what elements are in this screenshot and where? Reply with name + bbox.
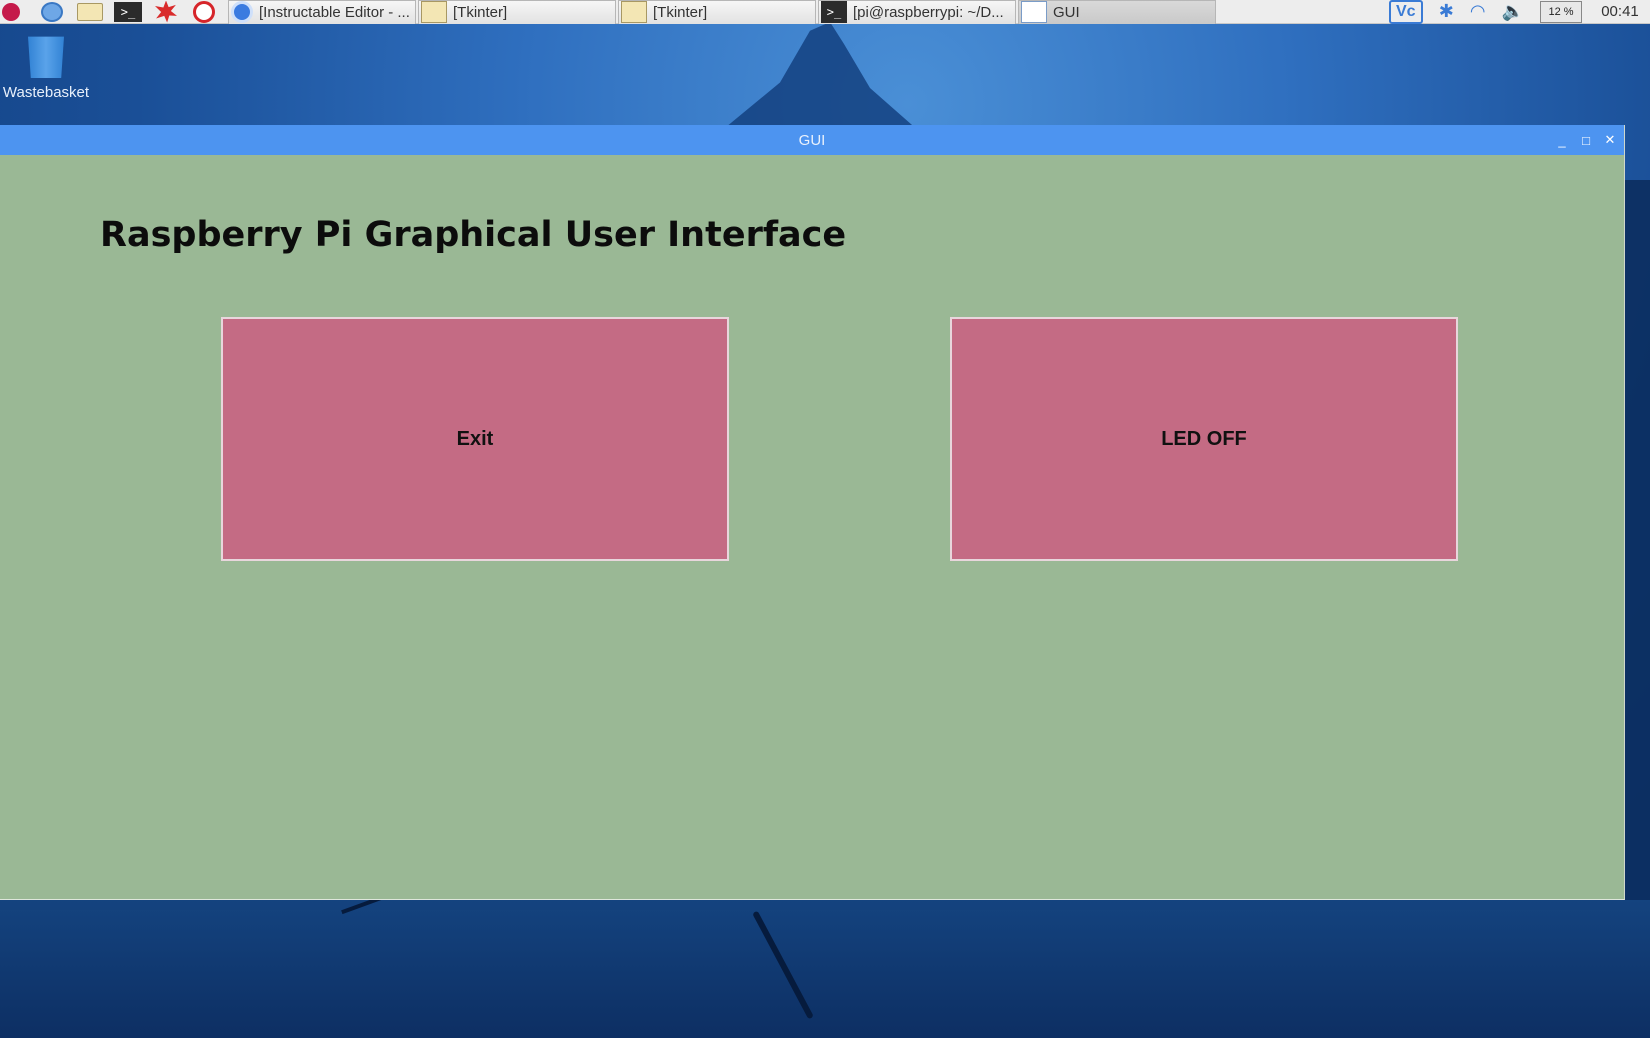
text-editor-icon xyxy=(621,1,647,23)
exit-button-label: Exit xyxy=(456,427,494,450)
window-icon xyxy=(1021,1,1047,23)
globe-browser-icon xyxy=(41,1,63,22)
page-title: Raspberry Pi Graphical User Interface xyxy=(100,215,847,255)
file-manager-launcher[interactable] xyxy=(76,0,104,24)
window-titlebar[interactable]: GUI _ □ ✕ xyxy=(0,125,1624,155)
cpu-usage-monitor[interactable]: 12 % xyxy=(1540,0,1582,23)
task-label: [Tkinter] xyxy=(653,3,708,21)
task-label: [Tkinter] xyxy=(453,3,508,21)
volume-icon[interactable]: 🔈 xyxy=(1502,0,1524,24)
clock[interactable]: 00:41 xyxy=(1598,0,1642,24)
task-label: [pi@raspberrypi: ~/D... xyxy=(853,3,1004,21)
exit-button[interactable]: Exit xyxy=(221,317,729,561)
vnc-icon[interactable]: Vc xyxy=(1388,0,1423,24)
taskbar: >_ [Instructable Editor - ... [Tkinter] … xyxy=(0,0,1650,24)
wolfram-icon xyxy=(193,0,215,23)
window-title: GUI xyxy=(798,131,826,149)
minimize-icon[interactable]: _ xyxy=(1556,133,1568,148)
close-icon[interactable]: ✕ xyxy=(1604,132,1616,148)
trash-icon xyxy=(28,36,64,78)
wifi-icon[interactable]: ◠ xyxy=(1470,0,1486,24)
raspberry-menu-icon xyxy=(2,2,20,21)
terminal-launcher[interactable]: >_ xyxy=(114,0,142,24)
mathematica-launcher[interactable] xyxy=(152,0,180,24)
task-instructable-editor[interactable]: [Instructable Editor - ... xyxy=(228,0,416,24)
chrome-icon xyxy=(231,1,253,23)
system-tray: Vc ✱ ◠ 🔈 12 % 00:41 xyxy=(1381,0,1650,24)
task-label: GUI xyxy=(1053,3,1080,21)
wallpaper-mountain xyxy=(720,22,920,132)
desktop-icon-wastebasket[interactable]: Wastebasket xyxy=(0,30,92,101)
task-tkinter-1[interactable]: [Tkinter] xyxy=(418,0,616,24)
raspberry-menu-button[interactable] xyxy=(0,0,28,24)
mathematica-icon xyxy=(155,0,177,23)
desktop-icon-label: Wastebasket xyxy=(2,84,90,101)
browser-launcher[interactable] xyxy=(38,0,66,24)
task-gui[interactable]: GUI xyxy=(1018,0,1216,24)
led-button-label: LED OFF xyxy=(1161,427,1247,450)
wallpaper-lake xyxy=(0,900,1650,1038)
terminal-icon: >_ xyxy=(114,1,142,22)
gui-window: GUI _ □ ✕ Raspberry Pi Graphical User In… xyxy=(0,125,1625,900)
maximize-icon[interactable]: □ xyxy=(1580,133,1592,148)
file-manager-icon xyxy=(77,2,103,21)
bluetooth-icon[interactable]: ✱ xyxy=(1439,0,1454,24)
text-editor-icon xyxy=(421,1,447,23)
task-terminal[interactable]: >_ [pi@raspberrypi: ~/D... xyxy=(818,0,1016,24)
task-label: [Instructable Editor - ... xyxy=(259,3,410,21)
task-tkinter-2[interactable]: [Tkinter] xyxy=(618,0,816,24)
led-toggle-button[interactable]: LED OFF xyxy=(950,317,1458,561)
wolfram-launcher[interactable] xyxy=(190,0,218,24)
terminal-icon: >_ xyxy=(821,1,847,23)
window-controls: _ □ ✕ xyxy=(1556,125,1616,155)
